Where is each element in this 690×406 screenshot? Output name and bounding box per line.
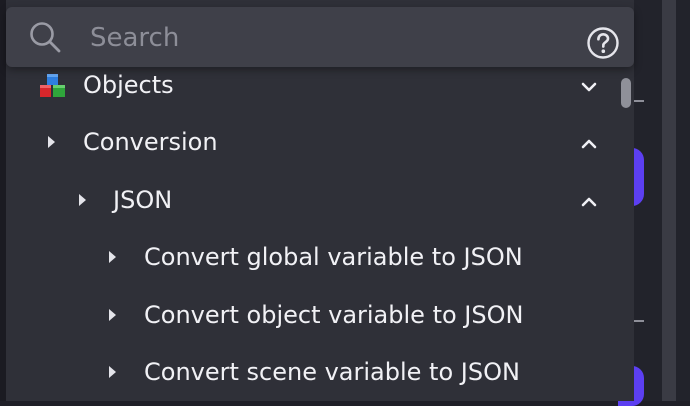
caret-right-icon bbox=[109, 309, 116, 321]
search-bar bbox=[6, 7, 634, 67]
tree-item-conversion[interactable]: Conversion bbox=[6, 116, 618, 172]
divider-tick bbox=[634, 320, 644, 322]
objects-cubes-icon bbox=[40, 74, 65, 97]
search-icon[interactable] bbox=[28, 20, 62, 54]
tree-item-label: Conversion bbox=[83, 128, 218, 156]
caret-right-icon bbox=[109, 366, 116, 378]
caret-right-icon bbox=[79, 194, 86, 206]
scrollbar-track[interactable] bbox=[618, 67, 634, 401]
search-input[interactable] bbox=[88, 17, 562, 59]
tree-item-objects[interactable]: Objects bbox=[6, 59, 618, 115]
chevron-up-icon[interactable] bbox=[579, 134, 599, 154]
caret-right-icon bbox=[48, 136, 55, 148]
caret-right-icon bbox=[109, 251, 116, 263]
right-scroll-strip bbox=[662, 0, 676, 401]
help-circle-icon[interactable] bbox=[586, 26, 620, 60]
divider-tick bbox=[634, 100, 644, 102]
chevron-up-icon[interactable] bbox=[579, 192, 599, 212]
instruction-label: Convert object variable to JSON bbox=[144, 301, 524, 329]
instruction-label: Convert global variable to JSON bbox=[144, 243, 523, 271]
tree-item-json[interactable]: JSON bbox=[6, 174, 618, 230]
instruction-label: Convert scene variable to JSON bbox=[144, 358, 520, 386]
chevron-down-icon[interactable] bbox=[579, 77, 599, 97]
scrollbar-thumb[interactable] bbox=[621, 78, 631, 108]
tree-item-label: Objects bbox=[83, 71, 174, 99]
instruction-item-convert-global-variable[interactable]: Convert global variable to JSON bbox=[6, 231, 618, 287]
instruction-item-convert-scene-variable[interactable]: Convert scene variable to JSON bbox=[6, 346, 618, 402]
instruction-item-convert-object-variable[interactable]: Convert object variable to JSON bbox=[6, 289, 618, 345]
tree-item-label: JSON bbox=[113, 186, 173, 214]
